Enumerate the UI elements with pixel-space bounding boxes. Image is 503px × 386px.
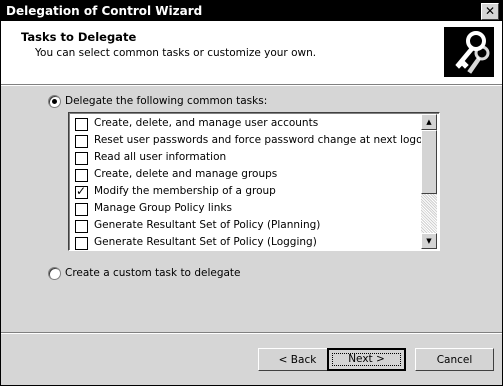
window-title: Delegation of Control Wizard [6,4,203,18]
radio-selected-dot [52,99,57,104]
task-item[interactable]: Create, delete, and manage user accounts [75,116,420,133]
task-checkbox[interactable] [75,203,88,216]
task-label: Generate Resultant Set of Policy (Loggin… [94,236,317,248]
task-label: Create, delete and manage groups [94,168,278,180]
page-subtitle: You can select common tasks or customize… [35,47,317,59]
delegate-common-radio[interactable] [48,95,61,108]
task-item[interactable]: Generate Resultant Set of Policy (Loggin… [75,235,420,250]
task-label: Create, delete, and manage user accounts [94,117,319,129]
task-label: Reset user passwords and force password … [94,134,430,146]
task-checkbox[interactable] [75,220,88,233]
task-item[interactable]: Read all user information [75,150,420,167]
custom-task-radio[interactable] [48,267,61,280]
task-list-scrollbar[interactable]: ▲ ▼ [421,114,437,249]
task-checkbox[interactable] [75,169,88,182]
wizard-window: Delegation of Control Wizard ✕ Tasks to … [0,0,503,386]
back-button[interactable]: < Back [258,348,337,371]
cancel-button[interactable]: Cancel [415,348,494,371]
page-title: Tasks to Delegate [21,30,137,44]
footer-divider [1,332,502,334]
keys-icon [444,27,494,77]
task-checkbox-checked[interactable] [75,184,88,199]
header-divider [1,84,502,86]
task-list[interactable]: Create, delete, and manage user accounts… [68,112,440,251]
next-button[interactable]: Next > [327,348,406,371]
task-item[interactable]: Modify the membership of a group [75,184,420,201]
task-label: Generate Resultant Set of Policy (Planni… [94,219,321,231]
task-checkbox[interactable] [75,152,88,165]
scroll-thumb[interactable] [421,130,437,194]
task-checkbox[interactable] [75,237,88,250]
task-checkbox[interactable] [75,135,88,148]
task-item[interactable]: Reset user passwords and force password … [75,133,429,150]
title-bar: Delegation of Control Wizard ✕ [1,1,502,21]
task-checkbox[interactable] [75,118,88,131]
task-label: Modify the membership of a group [94,185,276,197]
wizard-header: Tasks to Delegate You can select common … [1,21,502,84]
task-item[interactable]: Create, delete and manage groups [75,167,420,184]
scroll-down-icon[interactable]: ▼ [421,233,437,249]
task-item[interactable]: Generate Resultant Set of Policy (Planni… [75,218,420,235]
task-label: Read all user information [94,151,227,163]
delegate-common-label[interactable]: Delegate the following common tasks: [65,95,267,107]
task-item[interactable]: Manage Group Policy links [75,201,420,218]
next-button-label: Next > [329,350,404,369]
custom-task-label[interactable]: Create a custom task to delegate [65,267,241,279]
close-button[interactable]: ✕ [481,3,499,20]
task-label: Manage Group Policy links [94,202,232,214]
scroll-up-icon[interactable]: ▲ [421,114,437,130]
